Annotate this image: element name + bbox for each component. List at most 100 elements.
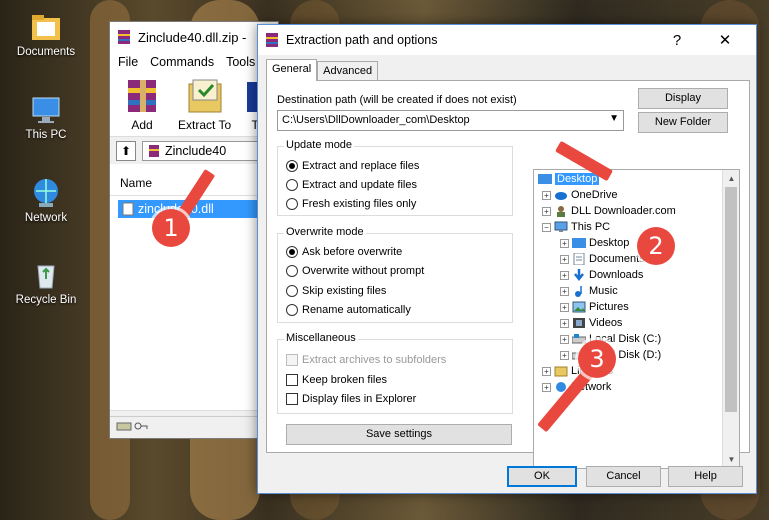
winrar-window: Zinclude40.dll.zip - File Commands Tools… xyxy=(109,21,279,439)
film-icon xyxy=(573,318,585,328)
winrar-title: Zinclude40.dll.zip - xyxy=(138,29,247,45)
tree-item-music[interactable]: + Music xyxy=(560,283,618,299)
tree-item-pictures[interactable]: + Pictures xyxy=(560,299,629,315)
radio-button[interactable] xyxy=(286,246,298,258)
checkbox[interactable] xyxy=(286,374,298,386)
tab-general[interactable]: General xyxy=(266,59,318,81)
scroll-up-icon[interactable]: ▲ xyxy=(723,170,739,187)
add-archive-icon xyxy=(120,76,164,116)
tree-scrollbar[interactable]: ▲ ▼ xyxy=(722,170,739,468)
add-label: Add xyxy=(131,118,153,132)
radio-button[interactable] xyxy=(286,198,298,210)
key-icon xyxy=(134,421,148,434)
file-icon xyxy=(122,202,134,216)
overwrite-mode-group: Overwrite mode Ask before overwrite Over… xyxy=(277,226,513,323)
option-label: Display files in Explorer xyxy=(302,393,417,405)
tree-item-desktop-root[interactable]: Desktop xyxy=(538,171,600,187)
winrar-toolbar: Add Extract To T xyxy=(110,72,278,136)
address-field[interactable]: Zinclude40 xyxy=(142,140,272,161)
general-panel: Destination path (will be created if doe… xyxy=(266,80,750,469)
dialog-titlebar[interactable]: Extraction path and options ? ✕ xyxy=(258,25,756,55)
winrar-address-bar: ⬆ Zinclude40 xyxy=(110,136,278,164)
option-label: Rename automatically xyxy=(302,304,411,316)
radio-button[interactable] xyxy=(286,304,298,316)
desktop-icon xyxy=(538,174,552,184)
option-label: Keep broken files xyxy=(302,374,387,386)
annotation-step-3: 3 xyxy=(578,340,616,378)
update-mode-group: Update mode Extract and replace files Ex… xyxy=(277,139,513,216)
tree-item-this-pc[interactable]: − This PC xyxy=(542,219,610,235)
desktop-icon-network[interactable]: Network xyxy=(8,176,84,224)
extract-to-button[interactable]: Extract To xyxy=(178,76,231,132)
tree-item-onedrive[interactable]: + OneDrive xyxy=(542,187,617,203)
scroll-thumb[interactable] xyxy=(725,187,737,412)
pictures-icon xyxy=(572,301,586,313)
overwrite-option-ask[interactable]: Ask before overwrite xyxy=(286,246,402,258)
checkbox xyxy=(286,354,298,366)
up-arrow-icon: ⬆ xyxy=(120,143,132,158)
miscellaneous-title: Miscellaneous xyxy=(284,332,358,344)
display-button[interactable]: Display xyxy=(638,88,728,109)
radio-button[interactable] xyxy=(286,285,298,297)
desktop-icon-label: This PC xyxy=(25,129,67,141)
help-button[interactable]: Help xyxy=(668,466,743,487)
desktop-icon-label: Documents xyxy=(16,46,76,58)
winrar-statusbar xyxy=(110,416,278,438)
winrar-titlebar[interactable]: Zinclude40.dll.zip - xyxy=(110,22,278,52)
desktop-icon-recycle-bin[interactable]: Recycle Bin xyxy=(8,258,84,306)
option-label: Skip existing files xyxy=(302,285,387,297)
overwrite-mode-title: Overwrite mode xyxy=(284,226,366,238)
extract-to-label: Extract To xyxy=(178,118,232,132)
drive-icon xyxy=(116,421,132,434)
help-title-button[interactable]: ? xyxy=(656,25,698,55)
menu-file[interactable]: File xyxy=(118,55,138,69)
tree-item-dll-downloader[interactable]: + DLL Downloader.com xyxy=(542,203,676,219)
misc-option-keep-broken[interactable]: Keep broken files xyxy=(286,374,387,386)
option-label: Extract and replace files xyxy=(302,160,420,172)
menu-commands[interactable]: Commands xyxy=(150,55,214,69)
desktop-icon-label: Recycle Bin xyxy=(15,294,77,306)
destination-path-combo[interactable]: C:\Users\DllDownloader_com\Desktop ▼ xyxy=(277,110,624,131)
close-button[interactable]: ✕ xyxy=(704,25,746,55)
new-folder-button[interactable]: New Folder xyxy=(638,112,728,133)
documents-icon xyxy=(573,253,585,265)
annotation-step-2: 2 xyxy=(637,227,675,265)
tree-item-pc-desktop[interactable]: + Desktop xyxy=(560,235,629,251)
update-option-update[interactable]: Extract and update files xyxy=(286,179,417,191)
download-arrow-icon xyxy=(574,269,584,281)
tree-item-local-disk-c[interactable]: + Local Disk (C:) xyxy=(560,331,661,347)
update-option-fresh[interactable]: Fresh existing files only xyxy=(286,198,416,210)
tree-item-videos[interactable]: + Videos xyxy=(560,315,622,331)
tab-advanced[interactable]: Advanced xyxy=(317,61,379,81)
folder-tree[interactable]: Desktop + OneDrive + DLL Downloader.com … xyxy=(533,169,740,469)
desktop-icon-documents[interactable]: Documents xyxy=(8,10,84,58)
miscellaneous-group: Miscellaneous Extract archives to subfol… xyxy=(277,332,513,414)
cancel-button[interactable]: Cancel xyxy=(586,466,661,487)
ok-button[interactable]: OK xyxy=(507,466,577,487)
update-option-replace[interactable]: Extract and replace files xyxy=(286,160,419,172)
tree-item-documents[interactable]: + Documents xyxy=(560,251,645,267)
option-label: Ask before overwrite xyxy=(302,246,403,258)
tree-item-downloads[interactable]: + Downloads xyxy=(560,267,643,283)
overwrite-option-skip[interactable]: Skip existing files xyxy=(286,285,386,297)
user-icon xyxy=(557,206,565,217)
menu-tools[interactable]: Tools xyxy=(226,55,255,69)
up-folder-button[interactable]: ⬆ xyxy=(116,140,136,161)
update-mode-title: Update mode xyxy=(284,139,355,151)
radio-button[interactable] xyxy=(286,179,298,191)
overwrite-option-without-prompt[interactable]: Overwrite without prompt xyxy=(286,265,424,277)
radio-button[interactable] xyxy=(286,160,298,172)
option-label: Extract and update files xyxy=(302,179,417,191)
misc-option-display-explorer[interactable]: Display files in Explorer xyxy=(286,393,416,405)
winrar-menubar: File Commands Tools xyxy=(110,52,278,72)
option-label: Fresh existing files only xyxy=(302,198,417,210)
desktop-icon-this-pc[interactable]: This PC xyxy=(8,93,84,141)
music-note-icon xyxy=(575,286,582,297)
checkbox[interactable] xyxy=(286,393,298,405)
overwrite-option-rename[interactable]: Rename automatically xyxy=(286,304,411,316)
chevron-down-icon[interactable]: ▼ xyxy=(609,113,619,124)
destination-path-value: C:\Users\DllDownloader_com\Desktop xyxy=(282,114,470,126)
add-button[interactable]: Add xyxy=(120,76,164,132)
radio-button[interactable] xyxy=(286,265,298,277)
save-settings-button[interactable]: Save settings xyxy=(286,424,512,445)
